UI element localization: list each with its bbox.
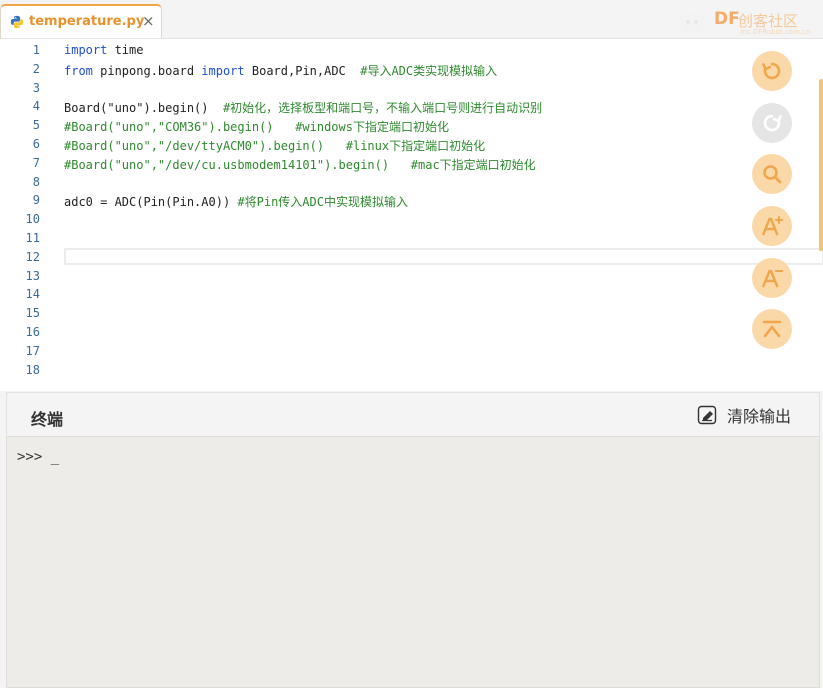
code-keyword: from	[64, 63, 93, 78]
clear-output-label: 清除输出	[727, 407, 792, 426]
line-number: 14	[25, 287, 40, 302]
scroll-top-button[interactable]	[752, 309, 792, 349]
code-token: adc0 = ADC(Pin(Pin.A0))	[64, 195, 238, 210]
terminal-header: 终端 清除输出	[6, 392, 820, 436]
line-number: 1	[32, 43, 40, 57]
code-token: time	[107, 43, 144, 57]
tab-bar: temperature.py × DF 创客社区 mc.DFRobot.com.…	[0, 0, 823, 38]
line-number: 7	[32, 155, 40, 170]
code-comment: #Board("uno","/dev/ttyACM0").begin() #li…	[64, 139, 486, 153]
terminal-output[interactable]: >>> _	[6, 436, 820, 688]
line-number: 9	[32, 193, 40, 208]
code-comment: #初始化，选择板型和端口号，不输入端口号则进行自动识别	[222, 101, 543, 116]
editor-scrollbar[interactable]	[819, 79, 823, 251]
terminal-title: 终端	[31, 410, 64, 429]
font-increase-icon	[761, 216, 783, 236]
line-number: 12	[25, 249, 40, 264]
code-token: Board,Pin,ADC	[244, 63, 361, 78]
tab-title: temperature.py	[29, 14, 145, 29]
dfrobot-logo: DF 创客社区 mc.DFRobot.com.cn	[668, 6, 818, 36]
line-number: 11	[25, 231, 40, 245]
clear-output-button[interactable]: 清除输出	[697, 403, 791, 427]
code-comment: #导入ADC类实现模拟输入	[360, 63, 498, 78]
scroll-top-icon	[762, 320, 782, 338]
undo-button[interactable]	[752, 51, 792, 91]
undo-icon	[762, 62, 781, 80]
font-decrease-button[interactable]	[752, 258, 792, 298]
robot-mascot-icon	[682, 13, 702, 33]
redo-icon	[763, 114, 782, 132]
code-comment: #将Pin传入ADC中实现模拟输入	[237, 195, 408, 210]
line-number: 8	[32, 174, 40, 189]
code-line: adc0 = ADC(Pin(Pin.A0)) #将Pin传入ADC中实现模拟输…	[64, 193, 408, 210]
font-decrease-icon	[761, 269, 783, 288]
file-tab[interactable]: temperature.py ×	[0, 4, 162, 38]
logo-url: mc.DFRobot.com.cn	[740, 28, 811, 36]
code-token: pinpong.board	[92, 63, 202, 78]
eraser-icon	[697, 405, 717, 425]
code-line: from pinpong.board import Board,Pin,ADC …	[64, 62, 497, 79]
line-number: 13	[25, 268, 40, 283]
code-line: import time	[64, 43, 143, 57]
code-token: Board("uno").begin()	[64, 101, 223, 116]
line-number: 6	[32, 137, 40, 151]
line-number: 4	[32, 99, 40, 114]
tab-close-button[interactable]: ×	[142, 12, 155, 30]
line-number-gutter: 1 2 3 4 5 6 7 8 9 10 11 12 13 14 15 16 17 18	[0, 39, 52, 391]
code-line: #Board("uno","COM36").begin() #windows下指…	[64, 118, 449, 135]
line-number: 18	[25, 362, 40, 377]
line-number: 15	[25, 306, 40, 321]
code-comment: #Board("uno","COM36").begin() #windows下指…	[64, 120, 449, 135]
line-number: 5	[32, 118, 40, 133]
search-button[interactable]	[752, 154, 792, 194]
code-editor[interactable]: 1 2 3 4 5 6 7 8 9 10 11 12 13 14 15 16 17 18 import time f…	[0, 38, 823, 391]
code-keyword: import	[201, 63, 245, 78]
line-number: 17	[25, 343, 40, 358]
font-increase-button[interactable]	[752, 206, 792, 246]
code-comment: #Board("uno","/dev/cu.usbmodem14101").be…	[64, 157, 536, 172]
terminal-prompt: >>> _	[17, 449, 60, 465]
code-keyword: import	[64, 43, 108, 57]
code-line: #Board("uno","/dev/cu.usbmodem14101").be…	[64, 156, 536, 173]
python-icon	[10, 15, 24, 29]
line-number: 2	[32, 61, 40, 76]
logo-brand: DF	[714, 9, 740, 29]
code-line: Board("uno").begin() #初始化，选择板型和端口号，不输入端口…	[64, 99, 542, 116]
code-line: #Board("uno","/dev/ttyACM0").begin() #li…	[64, 137, 485, 154]
line-number: 16	[25, 325, 40, 339]
line-number: 10	[25, 212, 40, 227]
search-icon	[763, 165, 782, 184]
redo-button[interactable]	[752, 103, 792, 143]
line-number: 3	[32, 80, 40, 95]
active-line-highlight	[64, 248, 823, 265]
